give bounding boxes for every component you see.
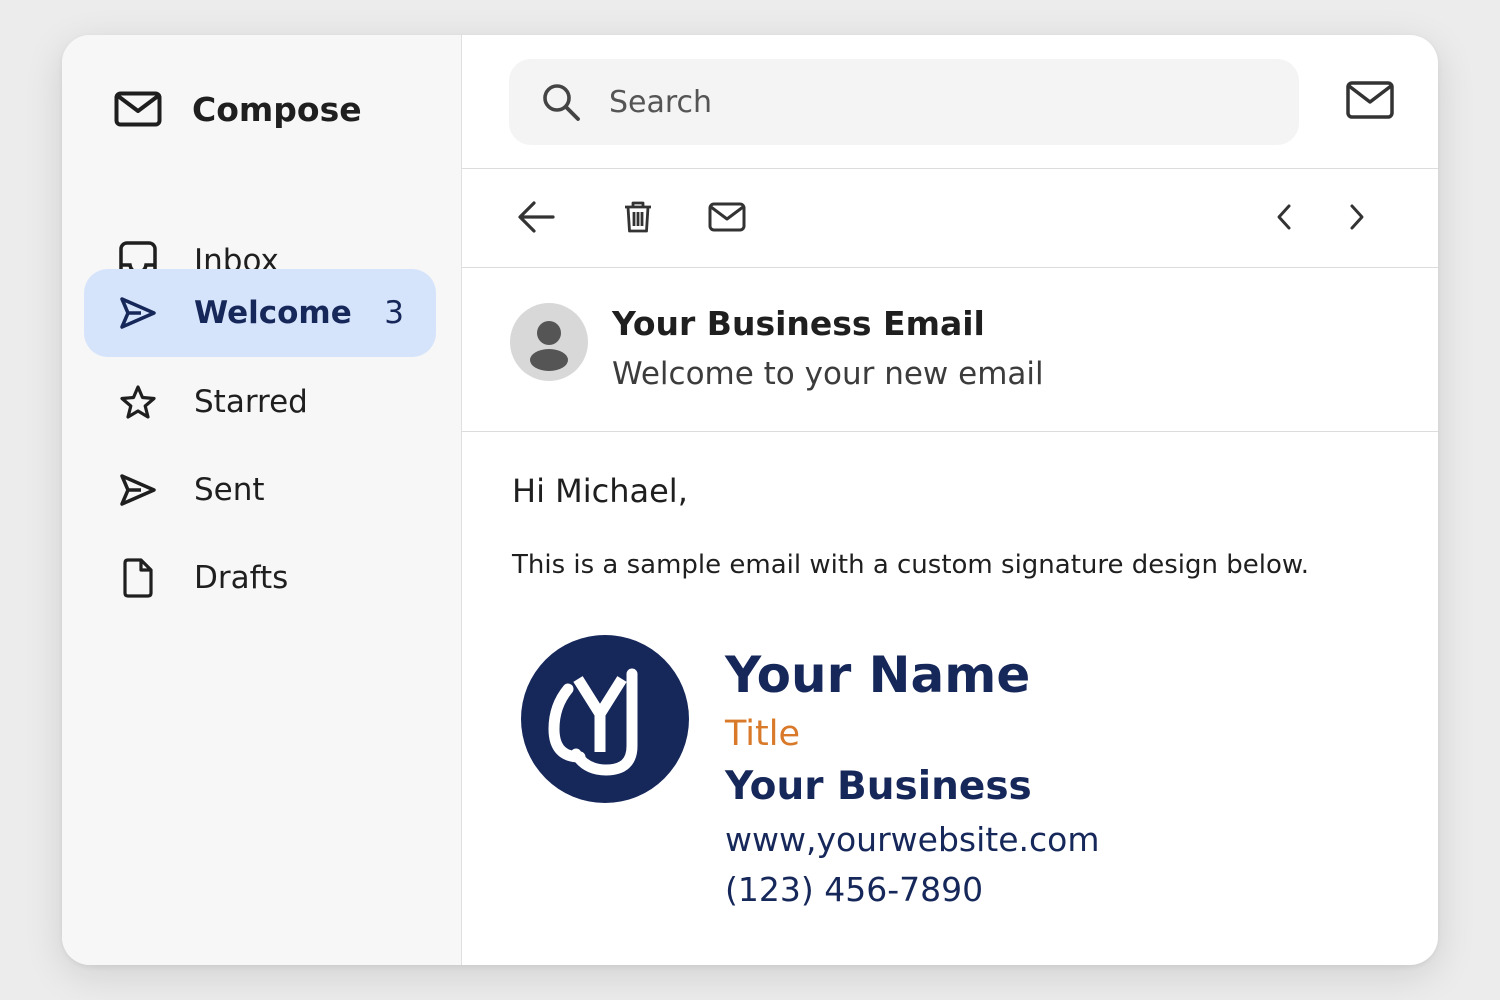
sidebar-item-label: Sent — [194, 472, 265, 508]
compose-button[interactable]: Compose — [114, 87, 362, 131]
sidebar-item-drafts[interactable]: Drafts — [84, 534, 436, 622]
draft-icon — [118, 558, 158, 598]
star-icon — [118, 384, 158, 420]
sidebar-item-starred[interactable]: Starred — [84, 358, 436, 446]
search-bar[interactable] — [509, 59, 1299, 145]
back-button[interactable] — [514, 197, 558, 241]
person-icon — [530, 321, 568, 371]
signature-name: Your Name — [725, 646, 1031, 704]
sidebar-item-sent[interactable]: Sent — [84, 446, 436, 534]
trash-icon — [623, 200, 653, 238]
chevron-left-icon — [1274, 202, 1294, 236]
logo-icon — [521, 635, 689, 803]
mail-window: Compose Inbox Welcome 3 Starred Sent Dra… — [62, 35, 1438, 965]
next-button[interactable] — [1335, 197, 1379, 241]
message-toolbar — [462, 169, 1438, 268]
sidebar-item-label: Welcome — [194, 295, 352, 331]
search-input[interactable] — [609, 84, 1209, 120]
email-greeting: Hi Michael, — [512, 472, 688, 510]
signature-logo — [520, 634, 690, 804]
sidebar: Compose Inbox Welcome 3 Starred Sent Dra… — [62, 35, 462, 965]
top-bar — [462, 35, 1438, 169]
sender-name: Your Business Email — [612, 304, 985, 343]
sidebar-item-label: Drafts — [194, 560, 289, 596]
main-pane: Your Business Email Welcome to your new … — [462, 35, 1438, 965]
email-paragraph: This is a sample email with a custom sig… — [512, 550, 1310, 580]
mail-icon — [708, 202, 746, 236]
email-subject: Welcome to your new email — [612, 356, 1044, 392]
send-icon — [118, 296, 158, 330]
message-body: Hi Michael, This is a sample email with … — [462, 432, 1438, 965]
avatar — [510, 303, 588, 381]
signature-website-link[interactable]: www,yourwebsite.com — [725, 820, 1099, 859]
signature-business: Your Business — [725, 764, 1032, 809]
sidebar-item-label: Starred — [194, 384, 308, 420]
mail-icon[interactable] — [1346, 81, 1394, 123]
mail-icon — [114, 87, 164, 131]
message-header: Your Business Email Welcome to your new … — [462, 268, 1438, 432]
delete-button[interactable] — [616, 197, 660, 241]
arrow-left-icon — [517, 200, 555, 238]
send-icon — [118, 473, 158, 507]
mark-unread-button[interactable] — [705, 197, 749, 241]
previous-button[interactable] — [1262, 197, 1306, 241]
compose-label: Compose — [192, 89, 362, 129]
search-icon — [541, 82, 581, 122]
unread-count-badge: 3 — [384, 295, 404, 331]
sidebar-item-welcome[interactable]: Welcome 3 — [84, 269, 436, 357]
chevron-right-icon — [1347, 202, 1367, 236]
signature-title: Title — [725, 714, 801, 754]
signature-phone: (123) 456-7890 — [725, 870, 984, 909]
